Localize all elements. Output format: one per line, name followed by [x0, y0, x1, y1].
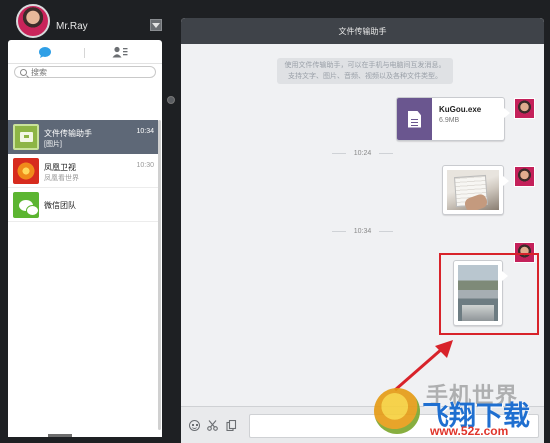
- conversation-title: 微信团队: [44, 201, 76, 210]
- conversation-title: 文件传输助手: [44, 129, 92, 138]
- search-input[interactable]: [31, 67, 151, 77]
- watermark-logo-icon: [374, 388, 420, 434]
- sidebar-footer-handle: [48, 434, 72, 437]
- time-separator: 10:24: [181, 148, 544, 158]
- time-separator-label: 10:34: [353, 227, 372, 235]
- sidebar-scrollbar[interactable]: [158, 120, 161, 430]
- emoji-icon[interactable]: [189, 420, 200, 431]
- chat-bubble-icon[interactable]: [38, 46, 52, 59]
- conversation-preview: [图片]: [44, 141, 62, 148]
- message-area: 使用文件传输助手，可以在手机与电脑间互发消息。 支持文字、图片、音频、视频以及各…: [181, 44, 544, 406]
- highlight-box: [439, 253, 539, 335]
- conversation-phoenix[interactable]: 凤凰卫视 凤凰看世界 10:30: [8, 154, 158, 188]
- avatar[interactable]: [514, 98, 535, 119]
- time-separator-label: 10:24: [353, 149, 372, 157]
- sidebar-tabs: [8, 40, 162, 64]
- search-icon: [20, 68, 27, 76]
- time-separator: 10:34: [181, 226, 544, 236]
- conversation-preview: 凤凰看世界: [44, 175, 79, 182]
- chat-title: 文件传输助手: [181, 18, 544, 44]
- conversation-time: 10:30: [136, 162, 154, 169]
- conversation-title: 凤凰卫视: [44, 163, 76, 172]
- avatar[interactable]: [514, 166, 535, 187]
- image-message[interactable]: [442, 165, 509, 215]
- left-header: Mr.Ray: [8, 4, 162, 40]
- menu-button[interactable]: [150, 19, 162, 31]
- system-message-line: 支持文字、图片、音频、视频以及各种文件类型。: [288, 73, 442, 80]
- system-message-line: 使用文件传输助手，可以在手机与电脑间互发消息。: [284, 62, 446, 69]
- avatar[interactable]: [16, 4, 50, 38]
- file-name: KuGou.exe: [439, 105, 482, 114]
- left-panel: Mr.Ray 文件传输助手 [图片]: [8, 4, 162, 437]
- wechat-logo-icon: [13, 192, 39, 218]
- conversation-list: 文件传输助手 [图片] 10:34 凤凰卫视 凤凰看世界 10:30 微信团队: [8, 120, 158, 222]
- system-message: 使用文件传输助手，可以在手机与电脑间互发消息。 支持文字、图片、音频、视频以及各…: [277, 58, 453, 84]
- file-size: 6.9MB: [439, 117, 460, 124]
- conversation-file-transfer[interactable]: 文件传输助手 [图片] 10:34: [8, 120, 158, 154]
- folder-icon: [13, 124, 39, 150]
- file-icon: [397, 98, 432, 140]
- panel-splitter-handle[interactable]: [167, 96, 175, 104]
- contacts-icon[interactable]: [112, 46, 128, 58]
- user-name: Mr.Ray: [56, 21, 88, 32]
- conversation-time: 10:34: [136, 128, 154, 135]
- conversation-wechat-team[interactable]: 微信团队: [8, 188, 158, 222]
- phoenix-logo-icon: [13, 158, 39, 184]
- tab-divider: [84, 48, 85, 58]
- send-file-icon[interactable]: [226, 420, 237, 431]
- watermark-url: www.52z.com: [430, 424, 509, 438]
- photo-thumbnail: [447, 170, 499, 210]
- file-message[interactable]: KuGou.exe 6.9MB: [396, 97, 510, 141]
- watermark: 手机世界 飞翔下载 www.52z.com: [370, 378, 545, 440]
- sidebar: 文件传输助手 [图片] 10:34 凤凰卫视 凤凰看世界 10:30 微信团队: [8, 40, 162, 437]
- search-box[interactable]: [14, 66, 156, 78]
- screenshot-scissors-icon[interactable]: [207, 420, 218, 431]
- chevron-down-icon: [152, 22, 160, 28]
